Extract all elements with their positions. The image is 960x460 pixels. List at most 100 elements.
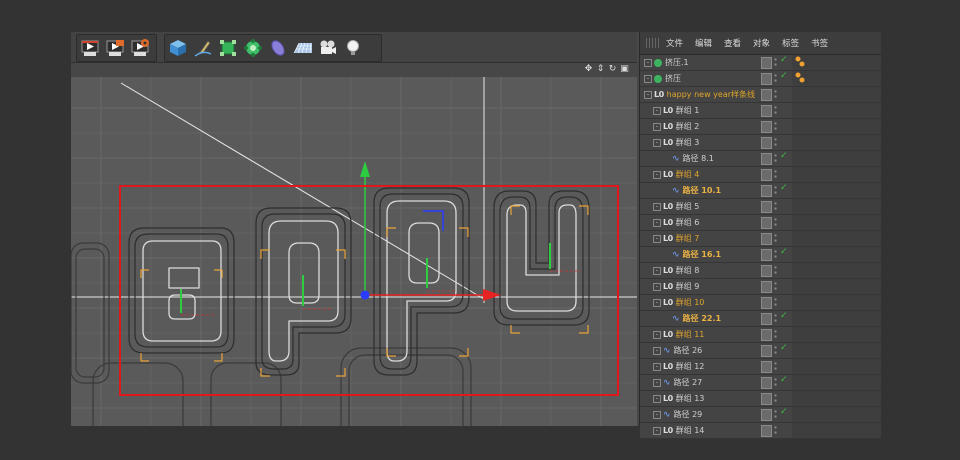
object-row[interactable]: - L0 群组 10 bbox=[640, 295, 881, 311]
object-row-main[interactable]: ∿ 路径 8.1 bbox=[640, 151, 760, 166]
object-row[interactable]: ∿ 路径 10.1 ✓ bbox=[640, 183, 881, 199]
light-icon[interactable] bbox=[340, 35, 365, 61]
visibility-dots-icon[interactable] bbox=[774, 361, 777, 372]
object-name[interactable]: 路径 16.1 bbox=[683, 249, 722, 260]
object-name[interactable]: 路径 27 bbox=[674, 377, 703, 388]
object-row-main[interactable]: ∿ 路径 10.1 bbox=[640, 183, 760, 198]
object-row-main[interactable]: - L0 群组 10 bbox=[640, 295, 760, 310]
object-row-main[interactable]: - L0 群组 12 bbox=[640, 359, 760, 374]
object-row-main[interactable]: - L0 群组 2 bbox=[640, 119, 760, 134]
expand-toggle-icon[interactable]: - bbox=[653, 394, 661, 403]
menu-view[interactable]: 查看 bbox=[724, 37, 741, 49]
object-row[interactable]: - L0 群组 3 bbox=[640, 135, 881, 151]
object-row[interactable]: - ∿ 路径 27 ✓ bbox=[640, 375, 881, 391]
layer-toggle-icon[interactable] bbox=[761, 313, 772, 325]
expand-toggle-icon[interactable]: - bbox=[653, 346, 661, 355]
object-row[interactable]: - L0 群组 12 bbox=[640, 359, 881, 375]
layer-toggle-icon[interactable] bbox=[761, 265, 772, 277]
render-view-icon[interactable] bbox=[77, 35, 102, 61]
deformer-icon[interactable] bbox=[265, 35, 290, 61]
phong-tag-icon[interactable] bbox=[794, 72, 806, 84]
expand-toggle-icon[interactable]: - bbox=[653, 266, 661, 275]
object-name[interactable]: 群组 11 bbox=[676, 329, 705, 340]
object-name[interactable]: 群组 3 bbox=[676, 137, 700, 148]
layer-toggle-icon[interactable] bbox=[761, 89, 772, 101]
object-row-main[interactable]: - L0 群组 9 bbox=[640, 279, 760, 294]
object-row[interactable]: ∿ 路径 22.1 ✓ bbox=[640, 311, 881, 327]
object-name[interactable]: 群组 2 bbox=[676, 121, 700, 132]
object-row-main[interactable]: - ∿ 路径 26 bbox=[640, 343, 760, 358]
visibility-dots-icon[interactable] bbox=[774, 201, 777, 212]
menu-file[interactable]: 文件 bbox=[666, 37, 683, 49]
visibility-dots-icon[interactable] bbox=[774, 393, 777, 404]
expand-toggle-icon[interactable]: - bbox=[653, 378, 661, 387]
expand-toggle-icon[interactable]: - bbox=[653, 426, 661, 435]
object-name[interactable]: 群组 4 bbox=[676, 169, 700, 180]
expand-toggle-icon[interactable]: - bbox=[653, 298, 661, 307]
visibility-dots-icon[interactable] bbox=[774, 105, 777, 116]
move-view-icon[interactable]: ✥ bbox=[584, 65, 593, 74]
object-row[interactable]: - ∿ 路径 29 ✓ bbox=[640, 407, 881, 423]
object-row[interactable]: - L0 群组 4 bbox=[640, 167, 881, 183]
object-row[interactable]: - L0 群组 2 bbox=[640, 119, 881, 135]
object-row[interactable]: - L0 群组 9 bbox=[640, 279, 881, 295]
expand-toggle-icon[interactable]: - bbox=[653, 410, 661, 419]
layer-toggle-icon[interactable] bbox=[761, 169, 772, 181]
layer-toggle-icon[interactable] bbox=[761, 361, 772, 373]
object-row[interactable]: - L0 群组 11 bbox=[640, 327, 881, 343]
visibility-dots-icon[interactable] bbox=[774, 377, 777, 388]
render-settings-icon[interactable] bbox=[127, 35, 152, 61]
object-name[interactable]: 群组 1 bbox=[676, 105, 700, 116]
layer-toggle-icon[interactable] bbox=[761, 345, 772, 357]
object-row-main[interactable]: - L0 群组 13 bbox=[640, 391, 760, 406]
pan-view-icon[interactable]: ⇕ bbox=[596, 65, 605, 74]
visibility-dots-icon[interactable] bbox=[774, 121, 777, 132]
layer-toggle-icon[interactable] bbox=[761, 121, 772, 133]
visibility-dots-icon[interactable] bbox=[774, 281, 777, 292]
visibility-dots-icon[interactable] bbox=[774, 89, 777, 100]
object-row-main[interactable]: - L0 群组 6 bbox=[640, 215, 760, 230]
phong-tag-icon[interactable] bbox=[794, 56, 806, 68]
object-row[interactable]: - L0 群组 14 bbox=[640, 423, 881, 439]
object-row[interactable]: - L0 群组 7 bbox=[640, 231, 881, 247]
object-name[interactable]: 群组 10 bbox=[676, 297, 705, 308]
object-name[interactable]: 群组 8 bbox=[676, 265, 700, 276]
maximize-view-icon[interactable]: ▣ bbox=[620, 65, 629, 74]
expand-toggle-icon[interactable]: - bbox=[653, 362, 661, 371]
object-row[interactable]: - L0 happy new year样条线 bbox=[640, 87, 881, 103]
layer-toggle-icon[interactable] bbox=[761, 137, 772, 149]
expand-toggle-icon[interactable]: - bbox=[653, 282, 661, 291]
expand-toggle-icon[interactable]: - bbox=[653, 234, 661, 243]
mograph-icon[interactable] bbox=[240, 35, 265, 61]
layer-toggle-icon[interactable] bbox=[761, 297, 772, 309]
object-row[interactable]: - L0 群组 13 bbox=[640, 391, 881, 407]
layer-toggle-icon[interactable] bbox=[761, 201, 772, 213]
enabled-check-icon[interactable]: ✓ bbox=[780, 55, 788, 65]
visibility-dots-icon[interactable] bbox=[774, 137, 777, 148]
menu-tags[interactable]: 标签 bbox=[782, 37, 799, 49]
cube-icon[interactable] bbox=[165, 35, 190, 61]
enabled-check-icon[interactable]: ✓ bbox=[780, 183, 788, 193]
object-row-main[interactable]: - L0 群组 11 bbox=[640, 327, 760, 342]
object-row-main[interactable]: - L0 群组 14 bbox=[640, 423, 760, 438]
enabled-check-icon[interactable]: ✓ bbox=[780, 151, 788, 161]
object-row-main[interactable]: - L0 happy new year样条线 bbox=[640, 87, 760, 102]
expand-toggle-icon[interactable]: - bbox=[644, 90, 652, 99]
visibility-dots-icon[interactable] bbox=[774, 329, 777, 340]
object-row-main[interactable]: - ∿ 路径 29 bbox=[640, 407, 760, 422]
visibility-dots-icon[interactable] bbox=[774, 233, 777, 244]
object-row[interactable]: - L0 群组 6 bbox=[640, 215, 881, 231]
expand-toggle-icon[interactable]: - bbox=[653, 218, 661, 227]
panel-grip-icon[interactable] bbox=[646, 38, 660, 48]
expand-toggle-icon[interactable]: - bbox=[653, 202, 661, 211]
object-row-main[interactable]: - L0 群组 1 bbox=[640, 103, 760, 118]
render-picture-viewer-icon[interactable] bbox=[102, 35, 127, 61]
object-name[interactable]: 路径 29 bbox=[674, 409, 703, 420]
visibility-dots-icon[interactable] bbox=[774, 217, 777, 228]
floor-icon[interactable] bbox=[290, 35, 315, 61]
camera-icon[interactable] bbox=[315, 35, 340, 61]
expand-toggle-icon[interactable]: - bbox=[653, 138, 661, 147]
object-name[interactable]: 群组 6 bbox=[676, 217, 700, 228]
object-row[interactable]: ∿ 路径 8.1 ✓ bbox=[640, 151, 881, 167]
layer-toggle-icon[interactable] bbox=[761, 105, 772, 117]
